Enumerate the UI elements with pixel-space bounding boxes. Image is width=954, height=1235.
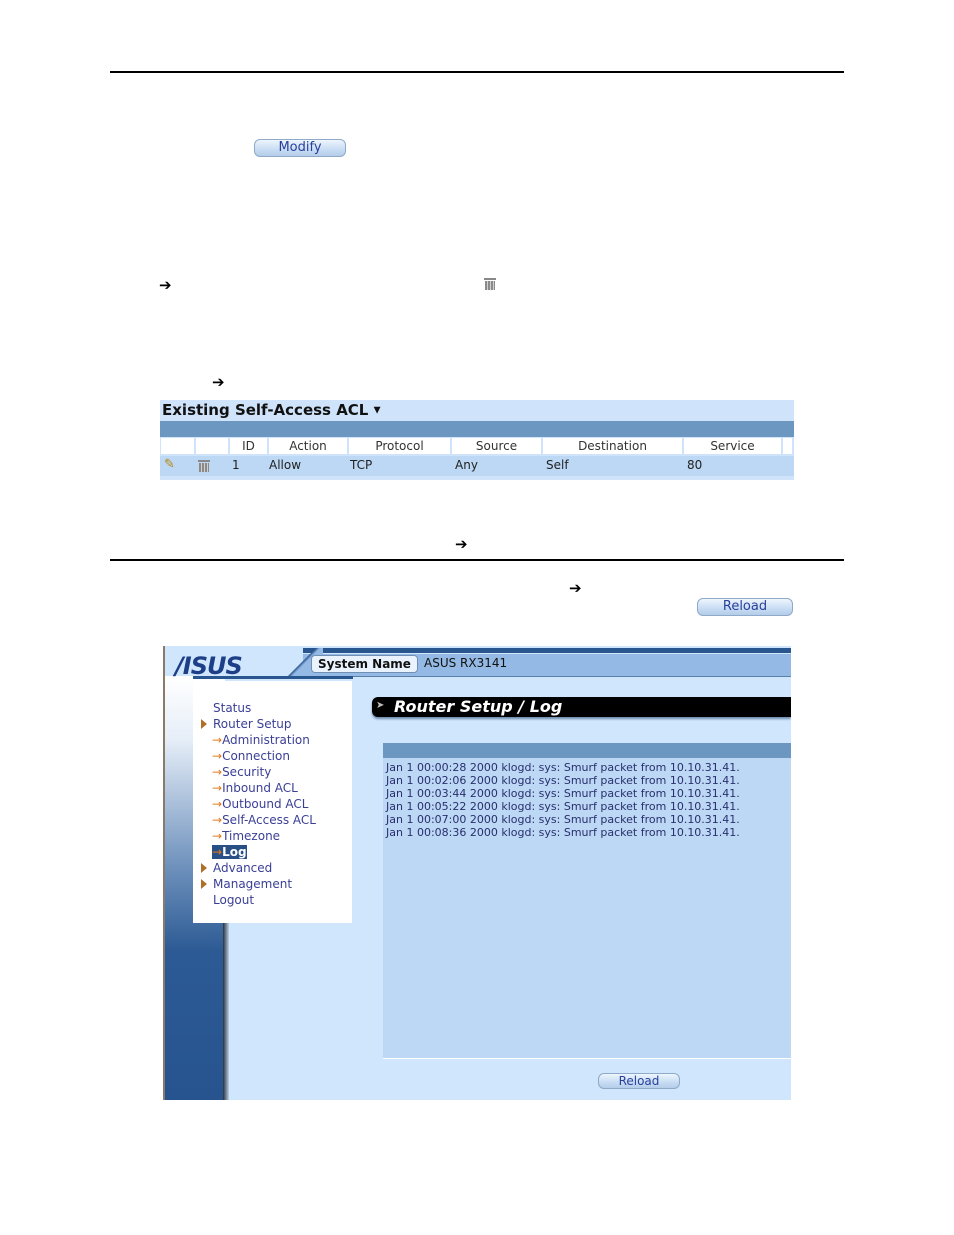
cell-service: 80 — [687, 458, 703, 472]
acl-table-header: ID Action Protocol Source Destination Se… — [160, 438, 794, 454]
menu-label: Outbound ACL — [222, 797, 309, 811]
menu-label: Log — [222, 845, 247, 859]
page-title: Router Setup / Log — [394, 697, 563, 716]
self-access-acl-table: Existing Self-Access ACL ▼ ID Action Pro… — [160, 400, 794, 480]
reload-button-inline[interactable]: Reload — [697, 598, 793, 616]
cell-source: Any — [455, 458, 478, 472]
sub-arrow-icon: → — [212, 765, 223, 779]
menu-label: Security — [222, 765, 272, 779]
frame-edge — [163, 646, 165, 1100]
col-header-id: ID — [230, 438, 267, 454]
arrow-right-icon: ➔ — [569, 579, 582, 597]
expand-triangle-icon[interactable] — [201, 879, 207, 889]
menu-item-log[interactable]: →Log — [212, 845, 247, 859]
sub-arrow-icon: → — [212, 797, 223, 811]
arrow-right-icon: ➔ — [455, 535, 468, 553]
trash-delete-icon[interactable] — [198, 460, 210, 472]
col-header-protocol: Protocol — [349, 438, 450, 454]
system-name-value: ASUS RX3141 — [424, 656, 508, 670]
col-header-delete — [196, 438, 228, 454]
menu-item-advanced[interactable]: Advanced — [213, 861, 272, 875]
log-line: Jan 1 00:00:28 2000 klogd: sys: Smurf pa… — [386, 761, 740, 774]
arrow-right-icon: ➔ — [159, 276, 172, 294]
col-header-source: Source — [452, 438, 541, 454]
menu-item-management[interactable]: Management — [213, 877, 292, 891]
cell-action: Allow — [269, 458, 302, 472]
logo-underline — [193, 676, 353, 679]
log-line: Jan 1 00:08:36 2000 klogd: sys: Smurf pa… — [386, 826, 740, 839]
menu-item-connection[interactable]: →Connection — [212, 749, 290, 763]
reload-button[interactable]: Reload — [598, 1073, 680, 1089]
sidebar-shadow — [223, 916, 229, 1100]
header-topline — [303, 648, 791, 653]
menu-item-timezone[interactable]: →Timezone — [212, 829, 280, 843]
menu-item-inbound-acl[interactable]: →Inbound ACL — [212, 781, 298, 795]
sub-arrow-icon: → — [212, 845, 223, 859]
acl-title-text: Existing Self-Access ACL — [162, 401, 369, 419]
sidebar-menu: Status Router Setup →Administration →Con… — [193, 681, 352, 923]
acl-table-bar — [160, 421, 794, 437]
log-header-bar — [383, 743, 791, 758]
sub-arrow-icon: → — [212, 829, 223, 843]
col-header-spacer — [783, 438, 792, 454]
sub-arrow-icon: → — [212, 749, 223, 763]
col-header-destination: Destination — [543, 438, 682, 454]
menu-label: Management — [213, 877, 293, 891]
col-header-service: Service — [684, 438, 781, 454]
cell-id: 1 — [232, 458, 240, 472]
sub-arrow-icon: → — [212, 733, 223, 747]
expand-triangle-icon[interactable] — [201, 863, 207, 873]
menu-item-self-access-acl[interactable]: →Self-Access ACL — [212, 813, 316, 827]
menu-item-status[interactable]: Status — [213, 701, 251, 715]
col-header-action: Action — [269, 438, 347, 454]
log-textarea[interactable]: Jan 1 00:00:28 2000 klogd: sys: Smurf pa… — [383, 758, 791, 1059]
log-line: Jan 1 00:07:00 2000 klogd: sys: Smurf pa… — [386, 813, 740, 826]
menu-label: Timezone — [222, 829, 281, 843]
section-rule — [110, 559, 844, 561]
pencil-edit-icon[interactable]: ✎ — [164, 457, 175, 472]
menu-label: Advanced — [213, 861, 273, 875]
menu-label: Connection — [222, 749, 290, 763]
menu-label: Self-Access ACL — [222, 813, 316, 827]
menu-item-router-setup[interactable]: Router Setup — [213, 717, 292, 731]
trash-icon — [484, 278, 496, 290]
caret-down-icon[interactable]: ▼ — [374, 406, 381, 416]
menu-label: Status — [213, 701, 252, 715]
menu-label: Router Setup — [213, 717, 292, 731]
menu-label: Logout — [213, 893, 255, 907]
menu-label: Administration — [222, 733, 310, 747]
expand-triangle-icon[interactable] — [201, 719, 207, 729]
cell-destination: Self — [546, 458, 569, 472]
log-line: Jan 1 00:02:06 2000 klogd: sys: Smurf pa… — [386, 774, 740, 787]
menu-item-security[interactable]: →Security — [212, 765, 271, 779]
col-header-edit — [161, 438, 194, 454]
sub-arrow-icon: → — [212, 781, 223, 795]
menu-item-administration[interactable]: →Administration — [212, 733, 310, 747]
cell-protocol: TCP — [350, 458, 373, 472]
log-line: Jan 1 00:05:22 2000 klogd: sys: Smurf pa… — [386, 800, 740, 813]
asus-router-log-screenshot: /ISUS System Name ASUS RX3141 Status Rou… — [163, 646, 791, 1100]
header-rule — [110, 71, 844, 73]
acl-table-title[interactable]: Existing Self-Access ACL ▼ — [162, 401, 381, 419]
sub-arrow-icon: → — [212, 813, 223, 827]
bullet-icon: ➤ — [376, 700, 385, 711]
page-title-bar: ➤ Router Setup / Log — [372, 697, 791, 717]
log-line: Jan 1 00:03:44 2000 klogd: sys: Smurf pa… — [386, 787, 740, 800]
modify-button[interactable]: Modify — [254, 139, 346, 157]
menu-item-logout[interactable]: Logout — [213, 893, 254, 907]
table-row: ✎ 1 Allow TCP Any Self 80 — [160, 456, 794, 476]
menu-label: Inbound ACL — [222, 781, 298, 795]
menu-item-outbound-acl[interactable]: →Outbound ACL — [212, 797, 308, 811]
arrow-right-icon: ➔ — [212, 373, 225, 391]
system-name-label: System Name — [311, 655, 418, 673]
